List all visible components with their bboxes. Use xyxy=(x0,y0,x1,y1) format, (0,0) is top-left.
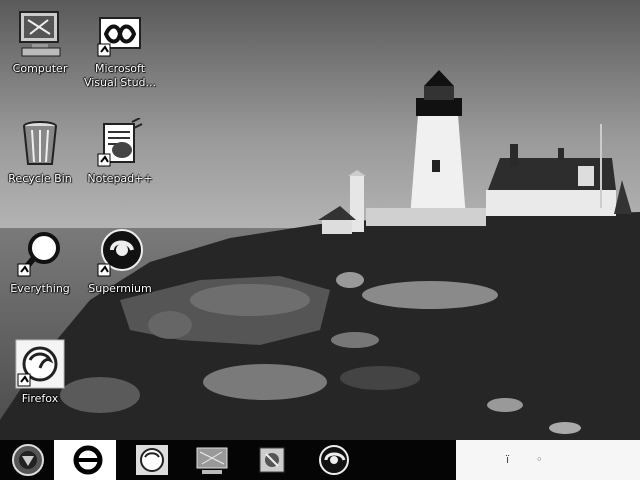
desktop-icon-label: Recycle Bin xyxy=(8,172,72,185)
recycle-bin-icon xyxy=(23,121,57,165)
supermium-icon xyxy=(319,445,349,475)
desktop-icon-label: Supermium xyxy=(88,282,152,295)
taskbar-button-supermium[interactable] xyxy=(310,440,354,480)
volume-icon[interactable]: ◦ xyxy=(536,453,543,466)
start-button[interactable] xyxy=(2,440,52,480)
taskbar-button-firefox[interactable] xyxy=(128,440,172,480)
everything-search-icon xyxy=(17,232,60,277)
desktop-icon-label: Everything xyxy=(10,282,70,295)
start-orb-icon xyxy=(12,444,44,476)
taskbar: ı̈ ◦ xyxy=(0,440,640,480)
desktop-icon-firefox[interactable]: Firefox xyxy=(2,338,78,406)
desktop-icon-computer[interactable]: Computer xyxy=(2,8,78,76)
supermium-icon xyxy=(97,229,143,277)
desktop-icon-label: Notepad++ xyxy=(87,172,153,185)
firefox-icon xyxy=(15,339,65,389)
taskbar-button-internet-explorer[interactable] xyxy=(54,440,116,480)
system-tray: ı̈ ◦ xyxy=(456,440,640,480)
computer-icon xyxy=(19,11,61,57)
notepad-plus-plus-icon xyxy=(97,118,143,167)
computer-icon xyxy=(196,447,228,474)
taskbar-button-file-manager[interactable] xyxy=(248,440,292,480)
desktop-icon-supermium[interactable]: Supermium xyxy=(82,228,158,296)
internet-explorer-icon xyxy=(73,445,103,475)
desktop-icon-label: Firefox xyxy=(21,392,59,405)
desktop-icon-visual-studio[interactable]: Microsoft Visual Stud... xyxy=(82,8,158,90)
desktop-icon-everything[interactable]: Everything xyxy=(2,228,78,296)
file-manager-icon xyxy=(259,447,285,473)
desktop-icon-label: Computer xyxy=(12,62,68,75)
desktop-icon-notepad-plus-plus[interactable]: Notepad++ xyxy=(82,118,158,186)
visual-studio-icon xyxy=(97,17,141,57)
desktop-icon-label: Microsoft Visual Stud... xyxy=(83,62,157,89)
desktop-icon-recycle-bin[interactable]: Recycle Bin xyxy=(2,118,78,186)
firefox-icon xyxy=(136,445,168,475)
network-icon[interactable]: ı̈ xyxy=(506,453,509,466)
taskbar-button-computer[interactable] xyxy=(188,440,232,480)
